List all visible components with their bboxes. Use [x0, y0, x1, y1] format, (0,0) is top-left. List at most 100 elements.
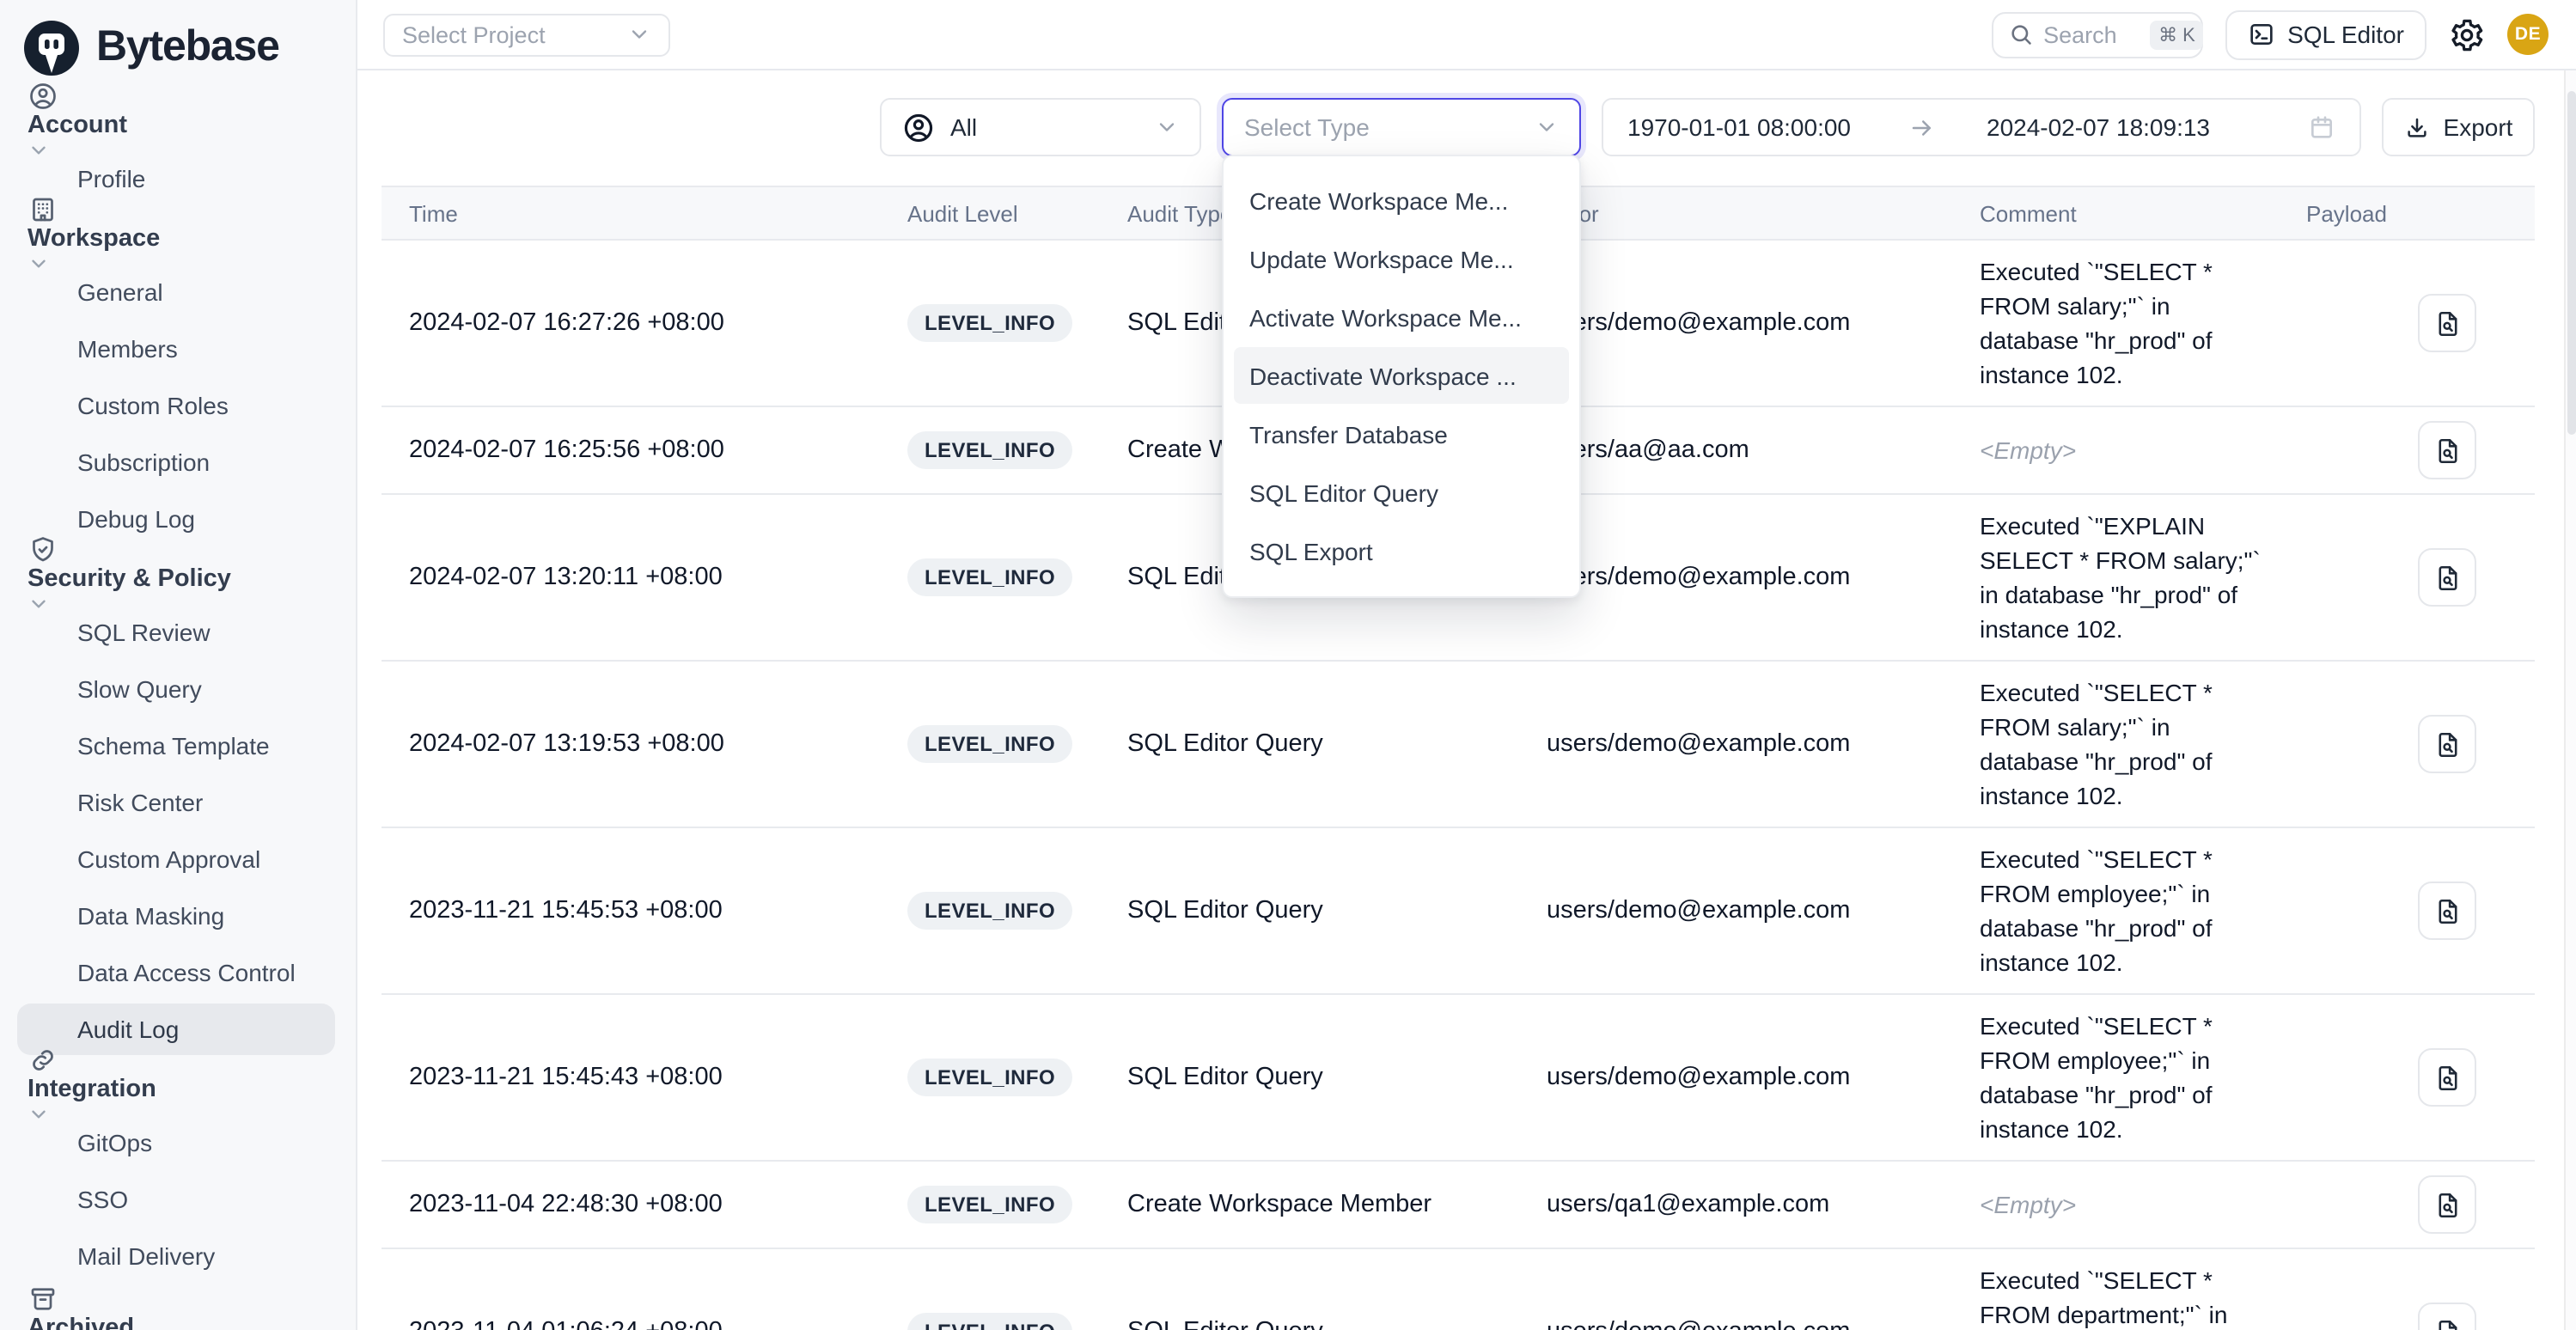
- level-badge: LEVEL_INFO: [907, 725, 1072, 763]
- sidebar-item-label: Mail Delivery: [77, 1242, 215, 1269]
- cell-payload: [2279, 534, 2535, 620]
- column-header-audit-level: Audit Level: [880, 187, 1100, 239]
- level-badge: LEVEL_INFO: [907, 1186, 1072, 1223]
- sidebar-item-slow-query[interactable]: Slow Query: [0, 660, 356, 717]
- scrollbar-thumb[interactable]: [2567, 91, 2576, 435]
- sidebar-item-account[interactable]: Account: [0, 93, 356, 149]
- cell-actor: users/demo@example.com: [1519, 1304, 1952, 1330]
- sidebar-item-integration[interactable]: Integration: [0, 1057, 356, 1113]
- table-row: 2023-11-04 01:06:24 +08:00LEVEL_INFOSQL …: [382, 1249, 2535, 1330]
- payload-view-button[interactable]: [2418, 548, 2476, 607]
- export-button[interactable]: Export: [2382, 98, 2535, 156]
- sidebar-item-label: Account: [27, 112, 127, 139]
- type-dropdown-menu: Create Workspace Me...Update Workspace M…: [1222, 155, 1581, 598]
- sidebar-item-sso[interactable]: SSO: [0, 1170, 356, 1227]
- sidebar-item-label: Subscription: [77, 448, 210, 475]
- sidebar-item-data-access-control[interactable]: Data Access Control: [0, 943, 356, 1000]
- type-option-sql-editor-query[interactable]: SQL Editor Query: [1234, 464, 1569, 521]
- payload-view-button[interactable]: [2418, 882, 2476, 940]
- type-option-update-workspace-me[interactable]: Update Workspace Me...: [1234, 230, 1569, 287]
- empty-placeholder: <Empty>: [1980, 436, 2076, 464]
- cell-audit-type: SQL Editor Query: [1100, 1050, 1519, 1105]
- sidebar-item-schema-template[interactable]: Schema Template: [0, 717, 356, 773]
- level-badge: LEVEL_INFO: [907, 1059, 1072, 1096]
- payload-view-button[interactable]: [2418, 421, 2476, 479]
- file-search-icon: [2433, 896, 2462, 925]
- payload-view-button[interactable]: [2418, 1303, 2476, 1330]
- table-row: 2024-02-07 13:19:53 +08:00LEVEL_INFOSQL …: [382, 662, 2535, 828]
- calendar-icon: [2308, 113, 2335, 141]
- sidebar-item-inner: Mail Delivery: [77, 1227, 332, 1284]
- gear-icon[interactable]: [2449, 16, 2485, 52]
- sidebar-item-custom-approval[interactable]: Custom Approval: [0, 830, 356, 887]
- sidebar-item-label: Archived: [27, 1314, 134, 1330]
- sidebar-item-label: General: [77, 278, 163, 305]
- filter-bar: All Select Type 1970-01-01 08:00:00 2024…: [357, 70, 2576, 156]
- search-input[interactable]: [2043, 21, 2140, 47]
- cell-audit-level: LEVEL_INFO: [880, 1172, 1100, 1237]
- sidebar-item-inner: Risk Center: [77, 773, 332, 830]
- sidebar-item-inner: SQL Review: [77, 603, 332, 660]
- table-row: 2023-11-04 22:48:30 +08:00LEVEL_INFOCrea…: [382, 1162, 2535, 1249]
- type-option-create-workspace-me[interactable]: Create Workspace Me...: [1234, 172, 1569, 229]
- sidebar-item-data-masking[interactable]: Data Masking: [0, 887, 356, 943]
- sidebar-item-mail-delivery[interactable]: Mail Delivery: [0, 1227, 356, 1284]
- date-to-value: 2024-02-07 18:09:13: [1987, 113, 2210, 141]
- date-range-picker[interactable]: 1970-01-01 08:00:00 2024-02-07 18:09:13: [1602, 98, 2361, 156]
- sidebar-item-subscription[interactable]: Subscription: [0, 433, 356, 490]
- file-search-icon: [2433, 308, 2462, 338]
- archive-icon: [27, 1283, 58, 1314]
- sidebar-item-security-policy[interactable]: Security & Policy: [0, 546, 356, 603]
- sidebar-item-inner: Subscription: [77, 433, 332, 490]
- cell-actor: users/qa1@example.com: [1519, 1177, 1952, 1232]
- empty-placeholder: <Empty>: [1980, 1191, 2076, 1218]
- cell-time: 2024-02-07 16:27:26 +08:00: [382, 296, 880, 351]
- sidebar-item-archived[interactable]: Archived: [0, 1284, 356, 1330]
- cell-time: 2024-02-07 16:25:56 +08:00: [382, 423, 880, 478]
- cell-comment: <Empty>: [1952, 1174, 2279, 1235]
- level-badge: LEVEL_INFO: [907, 892, 1072, 930]
- type-filter-select[interactable]: Select Type: [1222, 98, 1581, 156]
- level-badge: LEVEL_INFO: [907, 304, 1072, 342]
- sidebar-item-risk-center[interactable]: Risk Center: [0, 773, 356, 830]
- table-row: 2023-11-21 15:45:43 +08:00 LEVEL_INFO SQL …: [382, 995, 2535, 1162]
- project-select-value: Select Project: [402, 21, 546, 47]
- search-box[interactable]: ⌘ K: [1992, 11, 2203, 58]
- type-option-deactivate-workspace[interactable]: Deactivate Workspace ...: [1234, 347, 1569, 404]
- sidebar-item-label: Profile: [77, 164, 145, 192]
- cell-audit-level: LEVEL_INFO: [880, 290, 1100, 356]
- column-header-actor: Actor: [1519, 187, 1952, 239]
- actor-filter-value: All: [950, 113, 977, 141]
- type-option-transfer-database[interactable]: Transfer Database: [1234, 406, 1569, 462]
- sidebar-item-inner: Schema Template: [77, 717, 332, 773]
- sidebar-item-label: SQL Review: [77, 618, 211, 645]
- project-select[interactable]: Select Project: [383, 13, 670, 56]
- payload-view-button[interactable]: [2418, 1175, 2476, 1234]
- sidebar-item-inner: General: [77, 263, 332, 320]
- sidebar-item-workspace[interactable]: Workspace: [0, 206, 356, 263]
- sidebar-item-label: Schema Template: [77, 731, 270, 759]
- cell-payload: [2279, 1289, 2535, 1330]
- type-option-sql-export[interactable]: SQL Export: [1234, 522, 1569, 579]
- brand-logo[interactable]: Bytebase: [0, 0, 356, 82]
- topbar: Select Project ⌘ K SQL Editor DE: [357, 0, 2576, 70]
- column-header-payload: Payload: [2279, 187, 2535, 239]
- actor-filter-select[interactable]: All: [880, 98, 1201, 156]
- cell-audit-level: LEVEL_INFO: [880, 545, 1100, 610]
- payload-view-button[interactable]: [2418, 1048, 2476, 1107]
- sidebar-item-label: Audit Log: [77, 1015, 179, 1042]
- sql-editor-button[interactable]: SQL Editor: [2225, 9, 2426, 59]
- cell-audit-level: LEVEL_INFO: [880, 1299, 1100, 1330]
- sidebar-item-label: Custom Roles: [77, 391, 229, 418]
- sidebar-item-members[interactable]: Members: [0, 320, 356, 376]
- sidebar-item-label: Slow Query: [77, 674, 202, 702]
- payload-view-button[interactable]: [2418, 294, 2476, 352]
- cell-actor: users/demo@example.com: [1519, 717, 1952, 772]
- sidebar-item-custom-roles[interactable]: Custom Roles: [0, 376, 356, 433]
- avatar[interactable]: DE: [2507, 14, 2549, 55]
- cell-payload: [2279, 280, 2535, 366]
- payload-view-button[interactable]: [2418, 715, 2476, 773]
- type-option-activate-workspace-me[interactable]: Activate Workspace Me...: [1234, 289, 1569, 345]
- cell-time: 2023-11-21 15:45:43 +08:00: [382, 1050, 880, 1105]
- cell-audit-type: SQL Editor Query: [1100, 1304, 1519, 1330]
